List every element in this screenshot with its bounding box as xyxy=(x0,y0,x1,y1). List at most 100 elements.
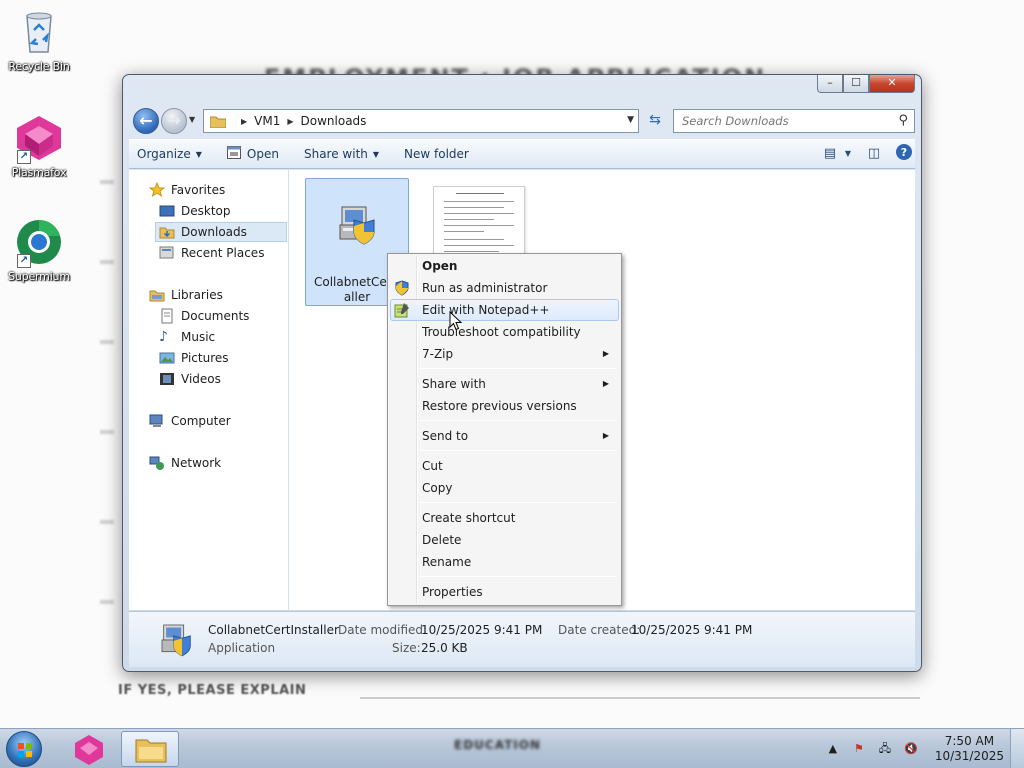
breadcrumb-downloads[interactable]: Downloads xyxy=(301,114,367,128)
desktop-icon-label: Recycle Bin xyxy=(8,60,70,73)
show-hidden-icons-icon[interactable]: ▲ xyxy=(825,741,841,757)
background-mark xyxy=(100,520,114,524)
chevron-down-icon: ▼ xyxy=(195,149,202,159)
file-item-document-thumbnail[interactable] xyxy=(433,186,525,256)
refresh-button[interactable]: ⇆ xyxy=(643,109,667,133)
maximize-button[interactable]: ☐ xyxy=(843,75,869,93)
background-mark xyxy=(100,600,114,604)
network-status-icon[interactable]: 🖧 xyxy=(877,741,893,757)
desktop-icon-recycle-bin[interactable]: Recycle Bin xyxy=(0,6,78,73)
context-menu: Open Run as administrator Edit with Note… xyxy=(387,253,622,606)
chevron-down-icon: ▼ xyxy=(372,149,380,159)
menu-item-create-shortcut[interactable]: Create shortcut xyxy=(390,507,619,529)
forward-button[interactable]: → xyxy=(161,108,187,134)
background-mark xyxy=(100,340,114,344)
nav-music[interactable]: ♪ Music xyxy=(159,329,215,345)
menu-item-copy[interactable]: Copy xyxy=(390,477,619,499)
new-folder-button[interactable]: New folder xyxy=(404,147,469,161)
menu-separator xyxy=(420,420,617,421)
shortcut-arrow-icon: ↗ xyxy=(17,150,31,164)
recent-places-icon xyxy=(159,245,175,261)
menu-separator xyxy=(420,368,617,369)
search-box[interactable]: ⚲ xyxy=(673,109,915,133)
nav-label: Documents xyxy=(181,309,250,323)
nav-label: Favorites xyxy=(171,183,226,197)
nav-desktop[interactable]: Desktop xyxy=(159,203,231,219)
nav-network[interactable]: Network xyxy=(149,455,221,471)
plasmafox-icon: ↗ xyxy=(13,112,65,164)
clock[interactable]: 7:50 AM 10/31/2025 xyxy=(935,734,1004,764)
pictures-icon xyxy=(159,350,175,366)
desktop-icon-supermium[interactable]: ↗ Supermium xyxy=(0,216,78,283)
submenu-arrow-icon: ▶ xyxy=(602,431,609,440)
nav-recent-places[interactable]: Recent Places xyxy=(159,245,264,261)
search-icon[interactable]: ⚲ xyxy=(898,113,908,128)
desktop-icon-label: Plasmafox xyxy=(11,166,67,179)
menu-item-share-with[interactable]: Share with ▶ xyxy=(390,373,619,395)
address-dropdown-icon[interactable]: ▼ xyxy=(627,115,634,125)
help-icon[interactable]: ? xyxy=(893,143,915,165)
background-document-footer: IF YES, PLEASE EXPLAIN xyxy=(118,683,307,698)
nav-pictures[interactable]: Pictures xyxy=(159,350,229,366)
menu-item-properties[interactable]: Properties xyxy=(390,581,619,603)
new-folder-label: New folder xyxy=(404,147,469,161)
nav-videos[interactable]: Videos xyxy=(159,371,221,387)
menu-item-send-to[interactable]: Send to ▶ xyxy=(390,425,619,447)
desktop-icon-plasmafox[interactable]: ↗ Plasmafox xyxy=(0,112,78,179)
nav-favorites[interactable]: Favorites xyxy=(148,181,226,198)
share-with-button[interactable]: Share with ▼ xyxy=(304,147,379,161)
background-mark xyxy=(100,430,114,434)
star-icon xyxy=(148,181,166,198)
date-created-label: Date created: xyxy=(558,623,641,637)
menu-item-rename[interactable]: Rename xyxy=(390,551,619,573)
menu-item-edit-with-notepadpp[interactable]: Edit with Notepad++ xyxy=(390,299,619,321)
nav-downloads[interactable]: Downloads xyxy=(155,222,287,242)
folder-icon xyxy=(135,739,167,763)
change-view-icon[interactable]: ▤ xyxy=(819,143,841,165)
nav-libraries[interactable]: Libraries xyxy=(149,287,223,303)
menu-item-7zip[interactable]: 7-Zip ▶ xyxy=(390,343,619,365)
taskbar-explorer-button[interactable] xyxy=(121,731,179,767)
preview-pane-icon[interactable]: ◫ xyxy=(863,143,885,165)
nav-computer[interactable]: Computer xyxy=(149,413,231,429)
menu-item-restore-previous-versions[interactable]: Restore previous versions xyxy=(390,395,619,417)
downloads-folder-icon xyxy=(159,224,175,240)
background-taskbar-text: EDUCATION xyxy=(454,738,541,752)
breadcrumb-separator-icon[interactable]: ▶ xyxy=(241,117,247,126)
show-desktop-button[interactable] xyxy=(1010,729,1024,768)
details-pane: CollabnetCertInstaller Application Date … xyxy=(129,611,915,667)
breadcrumb-separator-icon[interactable]: ▶ xyxy=(287,117,293,126)
chevron-down-icon[interactable]: ▼ xyxy=(841,143,855,165)
organize-button[interactable]: Organize ▼ xyxy=(137,147,202,161)
start-button[interactable] xyxy=(6,731,42,767)
taskbar-plasmafox-button[interactable] xyxy=(60,731,118,767)
back-button[interactable]: ← xyxy=(133,108,159,134)
address-bar[interactable]: ▶ VM1 ▶ Downloads ▼ xyxy=(203,109,639,133)
nav-label: Libraries xyxy=(171,288,223,302)
size-label: Size: xyxy=(392,641,421,655)
menu-item-troubleshoot-compatibility[interactable]: Troubleshoot compatibility xyxy=(390,321,619,343)
libraries-icon xyxy=(149,287,165,303)
breadcrumb-vm1[interactable]: VM1 xyxy=(254,114,280,128)
desktop-icon xyxy=(159,203,175,219)
search-input[interactable] xyxy=(682,114,882,128)
recent-pages-dropdown-icon[interactable]: ▼ xyxy=(189,115,195,124)
menu-item-delete[interactable]: Delete xyxy=(390,529,619,551)
folder-icon xyxy=(209,115,227,128)
menu-item-open[interactable]: Open xyxy=(390,255,619,277)
windows-logo-icon xyxy=(18,743,32,757)
menu-item-run-as-administrator[interactable]: Run as administrator xyxy=(390,277,619,299)
details-file-name: CollabnetCertInstaller xyxy=(208,623,339,637)
menu-item-cut[interactable]: Cut xyxy=(390,455,619,477)
nav-documents[interactable]: Documents xyxy=(159,308,249,324)
music-icon: ♪ xyxy=(159,329,168,345)
plasmafox-icon xyxy=(75,735,103,765)
application-icon xyxy=(157,620,197,663)
minimize-button[interactable]: – xyxy=(817,75,843,93)
close-button[interactable]: ✕ xyxy=(869,75,915,93)
action-center-flag-icon[interactable]: ⚑ xyxy=(851,741,867,757)
nav-label: Network xyxy=(171,456,222,470)
open-button[interactable]: Open xyxy=(226,146,279,162)
open-app-icon xyxy=(226,146,241,162)
volume-muted-icon[interactable]: 🔇 xyxy=(903,741,919,757)
